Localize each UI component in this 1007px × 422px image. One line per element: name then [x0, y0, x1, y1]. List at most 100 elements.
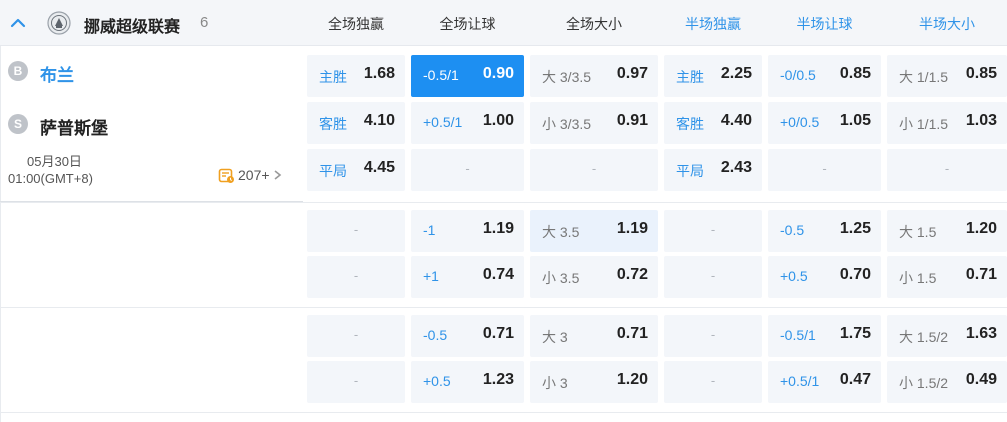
- odds-label: 小 1.5: [899, 270, 937, 286]
- odds-cell-ht-overunder[interactable]: 大 1/1.5 0.85: [887, 55, 1007, 97]
- odds-value: 0.74: [482, 266, 514, 283]
- col-header-ft-handicap: 全场让球: [439, 16, 496, 32]
- odds-label: -0/0.5: [780, 67, 816, 83]
- odds-cell-ht-1x2[interactable]: 平局 2.43: [664, 149, 762, 191]
- odds-cell-ht-overunder[interactable]: 小 1.5 0.71: [887, 256, 1007, 298]
- odds-cell-ht-1x2[interactable]: 客胜 4.40: [664, 102, 762, 144]
- home-team-name[interactable]: 布兰: [40, 61, 74, 86]
- odds-cell-ft-overunder[interactable]: 小 3.5 0.72: [530, 256, 658, 298]
- odds-cell-ht-overunder[interactable]: 小 1.5/2 0.49: [887, 361, 1007, 403]
- odds-cell-ft-handicap: -: [411, 149, 524, 191]
- odds-label: 大 3/3.5: [542, 69, 592, 85]
- odds-value: 2.25: [720, 65, 752, 82]
- col-header-ft-overunder: 全场大小: [566, 16, 622, 32]
- odds-cell-ht-handicap[interactable]: -0.5 1.25: [768, 210, 881, 252]
- odds-cell-ht-handicap[interactable]: +0.5/1 0.47: [768, 361, 881, 403]
- odds-cell-ft-overunder[interactable]: 大 3 0.71: [530, 315, 658, 357]
- match-time: 01:00(GMT+8): [8, 171, 93, 186]
- odds-empty: -: [944, 161, 950, 176]
- odds-cell-ht-handicap[interactable]: +0.5 0.70: [768, 256, 881, 298]
- odds-empty: -: [353, 268, 359, 283]
- odds-label: 大 1.5: [899, 224, 937, 240]
- more-markets-button[interactable]: 207+: [218, 165, 285, 185]
- odds-value: 0.91: [616, 112, 648, 129]
- odds-label: 客胜: [319, 116, 347, 132]
- league-logo-icon: [47, 11, 71, 35]
- odds-label: +0/0.5: [780, 114, 820, 130]
- odds-value: 0.85: [839, 65, 871, 82]
- odds-cell-ht-overunder[interactable]: 小 1/1.5 1.03: [887, 102, 1007, 144]
- col-header-ft-1x2: 全场独赢: [328, 16, 384, 32]
- odds-value: 1.63: [965, 325, 997, 342]
- odds-label: 主胜: [319, 69, 347, 85]
- odds-value: 1.20: [616, 371, 648, 388]
- match-date: 05月30日: [27, 154, 82, 169]
- odds-value: 1.00: [482, 112, 514, 129]
- odds-cell-ft-handicap[interactable]: -0.5/1 0.90: [411, 55, 524, 97]
- odds-value: 0.97: [616, 65, 648, 82]
- odds-value: 1.05: [839, 112, 871, 129]
- odds-cell-ft-overunder: -: [530, 149, 658, 191]
- odds-value: 0.49: [965, 371, 997, 388]
- odds-value: 0.70: [839, 266, 871, 283]
- odds-cell-ft-handicap[interactable]: -0.5 0.71: [411, 315, 524, 357]
- odds-cell-ft-overunder[interactable]: 大 3/3.5 0.97: [530, 55, 658, 97]
- col-header-ht-overunder: 半场大小: [919, 16, 975, 32]
- chevron-right-icon: [274, 170, 281, 180]
- odds-label: 客胜: [676, 116, 704, 132]
- home-team-badge: B: [8, 61, 28, 81]
- odds-empty: -: [710, 327, 716, 342]
- odds-cell-ht-handicap[interactable]: +0/0.5 1.05: [768, 102, 881, 144]
- odds-empty: -: [591, 161, 597, 176]
- odds-label: +0.5: [423, 373, 451, 389]
- odds-empty: -: [710, 222, 716, 237]
- row-divider: [0, 412, 1007, 413]
- more-markets-count: 207+: [238, 167, 270, 183]
- odds-label: -0.5/1: [780, 327, 816, 343]
- odds-cell-ft-overunder[interactable]: 小 3/3.5 0.91: [530, 102, 658, 144]
- odds-cell-ht-1x2[interactable]: 主胜 2.25: [664, 55, 762, 97]
- odds-empty: -: [353, 327, 359, 342]
- odds-value: 2.43: [720, 159, 752, 176]
- odds-empty: -: [353, 373, 359, 388]
- col-header-ht-1x2: 半场独赢: [685, 16, 741, 32]
- odds-label: 大 3.5: [542, 224, 580, 240]
- odds-cell-ht-overunder[interactable]: 大 1.5/2 1.63: [887, 315, 1007, 357]
- odds-cell-ht-overunder: -: [887, 149, 1007, 191]
- odds-cell-ft-1x2[interactable]: 主胜 1.68: [307, 55, 405, 97]
- chevron-up-icon[interactable]: [8, 13, 28, 33]
- odds-cell-ft-overunder[interactable]: 小 3 1.20: [530, 361, 658, 403]
- odds-cell-ft-1x2[interactable]: 平局 4.45: [307, 149, 405, 191]
- odds-cell-ht-overunder[interactable]: 大 1.5 1.20: [887, 210, 1007, 252]
- league-header: 挪威超级联赛 6 全场独赢 全场让球 全场大小 半场独赢 半场让球 半场大小: [0, 0, 1007, 46]
- away-team-badge: S: [8, 114, 28, 134]
- odds-value: 0.47: [839, 371, 871, 388]
- odds-cell-ft-1x2: -: [307, 256, 405, 298]
- odds-label: 大 1/1.5: [899, 69, 949, 85]
- odds-label: +0.5/1: [423, 114, 463, 130]
- odds-value: 0.71: [616, 325, 648, 342]
- odds-value: 1.19: [616, 220, 648, 237]
- odds-cell-ft-1x2[interactable]: 客胜 4.10: [307, 102, 405, 144]
- odds-cell-ft-handicap[interactable]: +1 0.74: [411, 256, 524, 298]
- odds-cell-ft-overunder[interactable]: 大 3.5 1.19: [530, 210, 658, 252]
- col-header-ht-handicap: 半场让球: [796, 16, 853, 32]
- odds-value: 0.85: [965, 65, 997, 82]
- league-name[interactable]: 挪威超级联赛: [84, 13, 180, 37]
- odds-label: +0.5: [780, 268, 808, 284]
- odds-label: 小 3/3.5: [542, 116, 592, 132]
- odds-label: +0.5/1: [780, 373, 820, 389]
- away-team-name[interactable]: 萨普斯堡: [40, 114, 108, 139]
- odds-cell-ht-handicap[interactable]: -0.5/1 1.75: [768, 315, 881, 357]
- markets-icon: [218, 168, 234, 183]
- odds-cell-ft-handicap[interactable]: -1 1.19: [411, 210, 524, 252]
- odds-value: 4.10: [363, 112, 395, 129]
- odds-empty: -: [465, 161, 470, 176]
- odds-label: 小 3: [542, 375, 568, 391]
- left-border: [0, 46, 1, 422]
- odds-value: 1.23: [482, 371, 514, 388]
- odds-label: +1: [423, 268, 439, 284]
- odds-cell-ft-handicap[interactable]: +0.5 1.23: [411, 361, 524, 403]
- odds-cell-ht-handicap[interactable]: -0/0.5 0.85: [768, 55, 881, 97]
- odds-cell-ft-handicap[interactable]: +0.5/1 1.00: [411, 102, 524, 144]
